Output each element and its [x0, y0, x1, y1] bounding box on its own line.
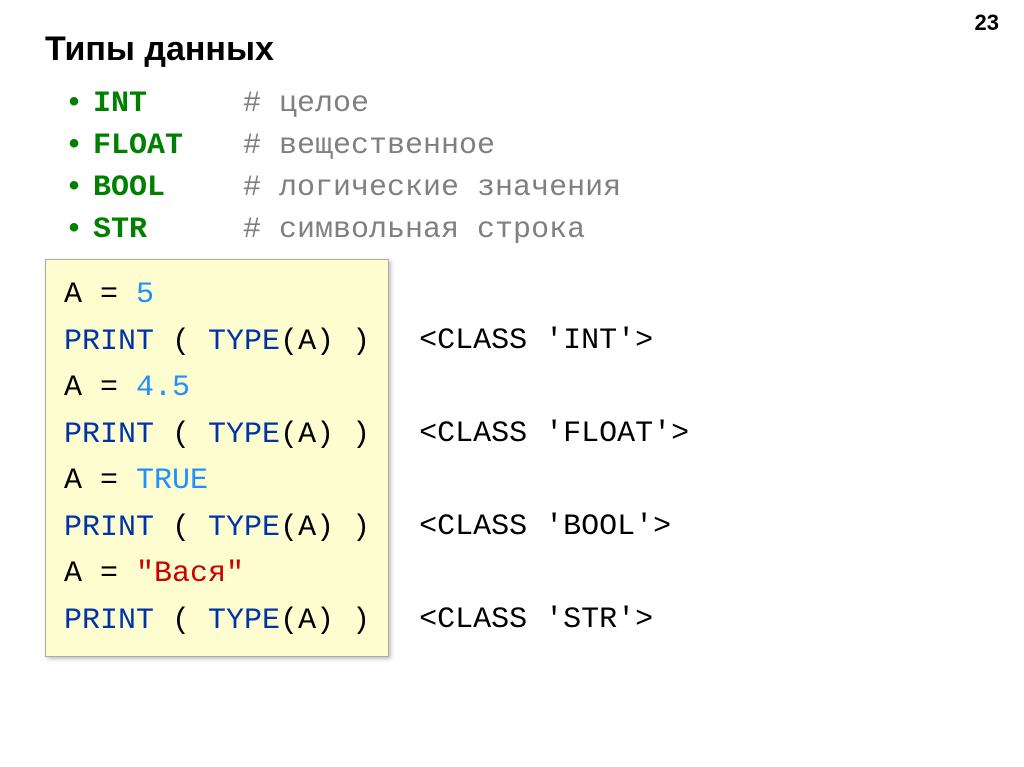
code-paren: ) — [334, 604, 370, 638]
output-line: <CLASS 'STR'> — [419, 603, 653, 637]
code-type-fn: TYPE — [208, 604, 280, 638]
output-line: <CLASS 'FLOAT'> — [419, 417, 689, 451]
code-print: PRINT — [64, 325, 154, 359]
slide-title: Типы данных — [45, 30, 979, 69]
code-block: A = 5 PRINT ( TYPE(A) ) A = 4.5 PRINT ( … — [45, 259, 979, 657]
code-paren: ) — [316, 418, 334, 452]
code-paren: ( — [154, 325, 208, 359]
code-value: 4.5 — [136, 371, 190, 405]
code-value: 5 — [136, 278, 154, 312]
code-paren: ) — [334, 325, 370, 359]
code-paren: ) — [316, 604, 334, 638]
type-comment: # логические значения — [243, 171, 621, 205]
type-name: STR — [93, 213, 243, 247]
code-print: PRINT — [64, 604, 154, 638]
type-name: INT — [93, 87, 243, 121]
code-paren: ( — [154, 604, 208, 638]
type-row-str: • STR # символьная строка — [65, 213, 979, 247]
code-eq: = — [82, 371, 136, 405]
type-row-int: • INT # целое — [65, 87, 979, 121]
output-line: <CLASS 'BOOL'> — [419, 510, 671, 544]
code-value: TRUE — [136, 464, 208, 498]
code-print: PRINT — [64, 418, 154, 452]
output-line: <CLASS 'INT'> — [419, 324, 653, 358]
code-paren: ( — [280, 418, 298, 452]
code-type-fn: TYPE — [208, 418, 280, 452]
code-paren: ( — [280, 604, 298, 638]
code-paren: ( — [154, 418, 208, 452]
type-row-float: • FLOAT # вещественное — [65, 129, 979, 163]
code-string: "Вася" — [136, 557, 244, 591]
code-paren: ( — [280, 325, 298, 359]
code-paren: ) — [316, 325, 334, 359]
code-type-fn: TYPE — [208, 511, 280, 545]
code-paren: ( — [280, 511, 298, 545]
code-paren: ) — [334, 511, 370, 545]
type-comment: # вещественное — [243, 129, 495, 163]
code-var: A — [298, 325, 316, 359]
page-number: 23 — [975, 10, 999, 36]
bullet-icon: • — [65, 213, 83, 247]
code-eq: = — [82, 464, 136, 498]
code-print: PRINT — [64, 511, 154, 545]
bullet-icon: • — [65, 87, 83, 121]
code-paren: ) — [334, 418, 370, 452]
code-paren: ) — [316, 511, 334, 545]
type-comment: # символьная строка — [243, 213, 585, 247]
type-name: FLOAT — [93, 129, 243, 163]
code-type-fn: TYPE — [208, 325, 280, 359]
code-var: A — [298, 511, 316, 545]
output-column: <CLASS 'INT'> <CLASS 'FLOAT'> <CLASS 'BO… — [419, 259, 689, 657]
code-var: A — [64, 278, 82, 312]
code-var: A — [64, 557, 82, 591]
code-eq: = — [82, 557, 136, 591]
code-paren: ( — [154, 511, 208, 545]
type-list: • INT # целое • FLOAT # вещественное • B… — [65, 87, 979, 247]
type-comment: # целое — [243, 87, 369, 121]
code-var: A — [64, 371, 82, 405]
bullet-icon: • — [65, 171, 83, 205]
code-var: A — [298, 418, 316, 452]
code-eq: = — [82, 278, 136, 312]
code-box: A = 5 PRINT ( TYPE(A) ) A = 4.5 PRINT ( … — [45, 259, 389, 657]
code-var: A — [298, 604, 316, 638]
code-var: A — [64, 464, 82, 498]
type-row-bool: • BOOL # логические значения — [65, 171, 979, 205]
bullet-icon: • — [65, 129, 83, 163]
type-name: BOOL — [93, 171, 243, 205]
